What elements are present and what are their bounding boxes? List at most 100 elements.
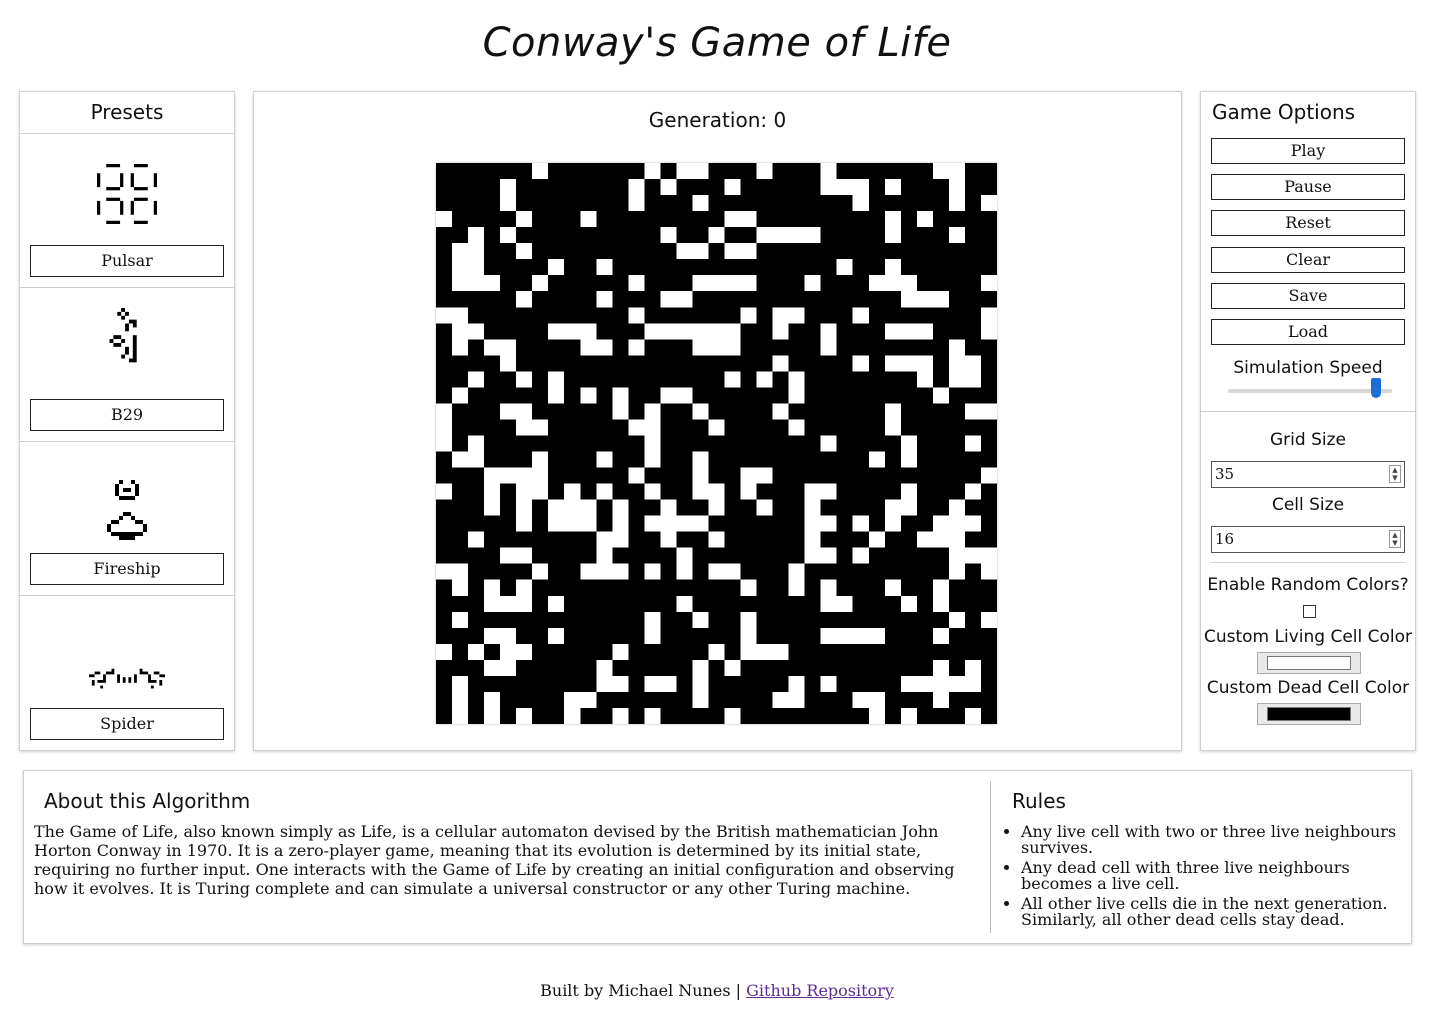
live-cell (724, 371, 741, 388)
live-cell (708, 323, 725, 340)
live-cell (612, 675, 629, 692)
live-cell (980, 611, 997, 628)
cell-size-input[interactable]: 16 ▲ ▼ (1211, 526, 1405, 553)
presets-panel: Presets Pulsar B29 Fireship Spider (19, 91, 235, 751)
spider-preview[interactable] (89, 668, 165, 692)
live-cell (964, 515, 981, 532)
live-cell (964, 707, 981, 724)
living-color-swatch (1267, 656, 1351, 670)
simulation-speed-thumb[interactable] (1370, 378, 1381, 398)
live-cell (884, 403, 901, 420)
random-colors-label: Enable Random Colors? (1207, 575, 1409, 595)
live-cell (484, 691, 501, 708)
live-cell (452, 259, 469, 276)
life-grid[interactable] (436, 163, 997, 724)
dead-color-label: Custom Dead Cell Color (1206, 678, 1410, 698)
live-cell (692, 675, 709, 692)
live-cell (500, 595, 517, 612)
live-cell (452, 611, 469, 628)
simulation-speed-track[interactable] (1228, 389, 1392, 393)
play-button[interactable]: Play (1211, 138, 1405, 164)
rules-list: Any live cell with two or three live nei… (1004, 824, 1421, 932)
live-cell (468, 259, 485, 276)
grid-size-stepper-icon[interactable]: ▲ ▼ (1389, 465, 1401, 483)
live-cell (964, 403, 981, 420)
live-cell (868, 275, 885, 292)
live-cell (692, 195, 709, 212)
fireship-preview[interactable] (107, 480, 147, 544)
live-cell (532, 451, 549, 468)
github-link[interactable]: Github Repository (746, 981, 894, 1000)
live-cell (964, 675, 981, 692)
preset-button-spider[interactable]: Spider (30, 708, 224, 740)
random-colors-checkbox[interactable] (1303, 605, 1316, 618)
live-cell (436, 483, 453, 500)
live-cell (852, 179, 869, 196)
live-cell (532, 419, 549, 436)
live-cell (580, 563, 597, 580)
live-cell (468, 643, 485, 660)
live-cell (932, 691, 949, 708)
live-cell (788, 419, 805, 436)
live-cell (468, 435, 485, 452)
live-cell (692, 275, 709, 292)
live-cell (628, 307, 645, 324)
live-cell (596, 547, 613, 564)
live-cell (468, 243, 485, 260)
live-cell (884, 275, 901, 292)
live-cell (964, 483, 981, 500)
live-cell (500, 195, 517, 212)
reset-button[interactable]: Reset (1211, 210, 1405, 236)
dead-color-picker[interactable] (1257, 703, 1361, 725)
rule-item: Any dead cell with three live neighbours… (1021, 860, 1421, 892)
live-cell (740, 579, 757, 596)
preset-button-pulsar[interactable]: Pulsar (30, 245, 224, 277)
live-cell (612, 403, 629, 420)
live-cell (500, 659, 517, 676)
live-cell (452, 307, 469, 324)
live-cell (516, 643, 533, 660)
cell-size-stepper-icon[interactable]: ▲ ▼ (1389, 530, 1401, 548)
live-cell (532, 483, 549, 500)
live-cell (660, 531, 677, 548)
b29-preview[interactable] (109, 308, 145, 374)
preset-button-b29[interactable]: B29 (30, 399, 224, 431)
preset-card-b29: B29 (20, 288, 234, 442)
load-button[interactable]: Load (1211, 319, 1405, 345)
live-cell (804, 547, 821, 564)
grid-size-input[interactable]: 35 ▲ ▼ (1211, 461, 1405, 488)
live-cell (548, 515, 565, 532)
live-cell (868, 691, 885, 708)
live-cell (916, 291, 933, 308)
live-cell (884, 323, 901, 340)
about-divider (990, 781, 991, 933)
live-cell (532, 275, 549, 292)
living-color-picker[interactable] (1257, 652, 1361, 674)
live-cell (484, 339, 501, 356)
live-cell (756, 467, 773, 484)
live-cell (884, 259, 901, 276)
options-divider (1201, 411, 1415, 412)
live-cell (708, 227, 725, 244)
live-cell (452, 243, 469, 260)
live-cell (516, 419, 533, 436)
preset-button-fireship[interactable]: Fireship (30, 553, 224, 585)
save-button[interactable]: Save (1211, 283, 1405, 309)
live-cell (644, 451, 661, 468)
live-cell (660, 291, 677, 308)
live-cell (676, 243, 693, 260)
live-cell (692, 403, 709, 420)
clear-button[interactable]: Clear (1211, 247, 1405, 273)
live-cell (708, 419, 725, 436)
pulsar-preview[interactable] (97, 164, 157, 224)
live-cell (452, 579, 469, 596)
live-cell (660, 323, 677, 340)
live-cell (932, 659, 949, 676)
live-cell (660, 179, 677, 196)
pause-button[interactable]: Pause (1211, 174, 1405, 200)
live-cell (484, 579, 501, 596)
live-cell (932, 675, 949, 692)
live-cell (660, 387, 677, 404)
live-cell (580, 323, 597, 340)
live-cell (836, 595, 853, 612)
